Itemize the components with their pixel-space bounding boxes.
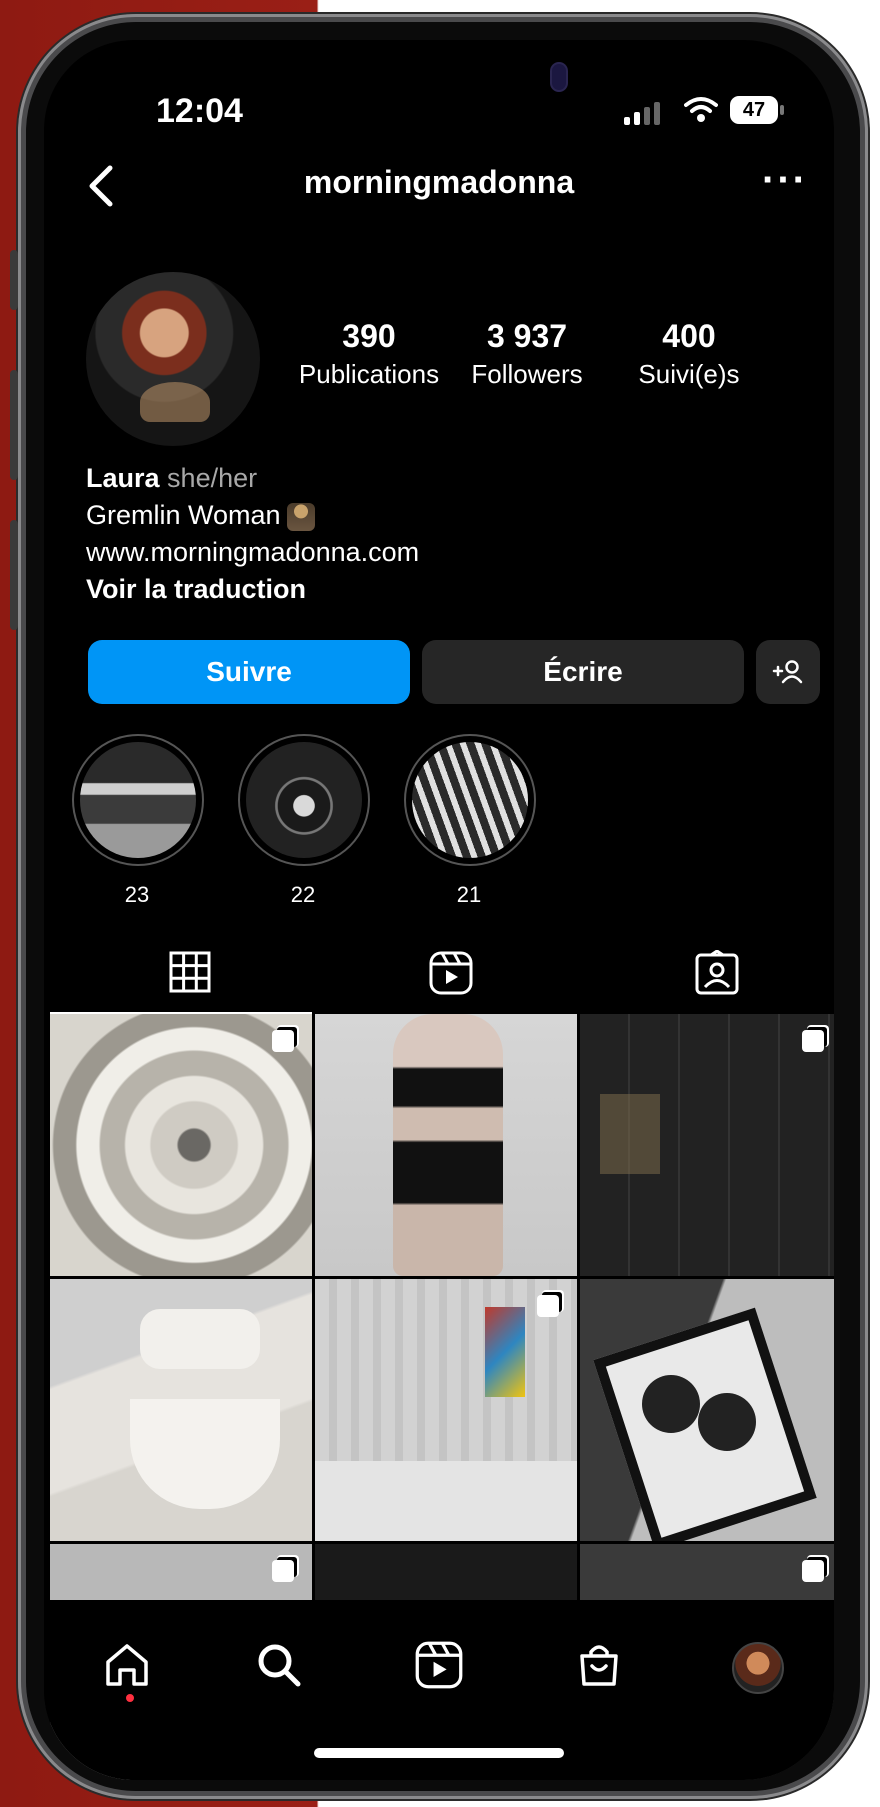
tagged-icon[interactable] — [694, 950, 740, 996]
post-photo — [315, 1461, 577, 1541]
signal-icon — [624, 102, 660, 125]
highlight-label: 23 — [124, 882, 150, 907]
battery-icon: 47 — [730, 96, 784, 124]
page-title: morningmadonna — [303, 164, 575, 200]
more-options-icon[interactable]: ··· — [762, 158, 808, 203]
stat-label: Followers — [471, 359, 583, 389]
stat-publications[interactable]: 390 Publications — [294, 318, 444, 390]
post-thumbnail[interactable] — [315, 1014, 577, 1276]
side-button-volume-up — [10, 370, 18, 480]
highlight-cover — [80, 742, 196, 858]
suggested-users-button[interactable] — [756, 640, 820, 704]
post-photo — [642, 1375, 700, 1433]
carousel-icon — [802, 1030, 824, 1052]
search-icon[interactable] — [254, 1640, 304, 1690]
post-thumbnail[interactable] — [50, 1014, 312, 1276]
story-highlight[interactable]: 23 — [72, 734, 204, 908]
stat-label: Publications — [298, 359, 440, 389]
add-person-icon — [772, 660, 803, 684]
highlight-cover — [412, 742, 528, 858]
stat-following[interactable]: 400 Suivi(e)s — [614, 318, 764, 390]
highlight-label: 22 — [290, 882, 316, 907]
website-link[interactable]: www.morningmadonna.com — [86, 534, 419, 571]
stat-followers[interactable]: 3 937 Followers — [452, 318, 602, 390]
post-photo — [130, 1399, 280, 1509]
carousel-icon — [272, 1030, 294, 1052]
highlight-label: 21 — [456, 882, 482, 907]
camera-indicator — [552, 64, 566, 90]
shop-icon[interactable] — [574, 1640, 624, 1690]
follow-button[interactable]: Suivre — [88, 640, 410, 704]
post-photo — [140, 1309, 260, 1369]
status-time: 12:04 — [156, 92, 243, 130]
post-photo — [485, 1307, 525, 1397]
post-thumbnail[interactable] — [315, 1279, 577, 1541]
highlight-ring — [404, 734, 536, 866]
notification-dot — [126, 1694, 134, 1702]
stat-value: 400 — [662, 318, 716, 354]
pronouns: she/her — [167, 463, 258, 493]
profile-name: Laura — [86, 463, 160, 493]
home-icon[interactable] — [102, 1640, 152, 1690]
see-translation-link[interactable]: Voir la traduction — [86, 571, 419, 608]
stat-label: Suivi(e)s — [638, 359, 740, 389]
carousel-icon — [537, 1295, 559, 1317]
post-photo — [698, 1393, 756, 1451]
message-button[interactable]: Écrire — [422, 640, 744, 704]
stat-value: 390 — [342, 318, 396, 354]
stat-value: 3 937 — [486, 318, 568, 354]
post-photo — [600, 1094, 660, 1174]
highlight-ring — [238, 734, 370, 866]
side-button-silent — [10, 250, 18, 310]
profile-avatar[interactable] — [86, 272, 260, 446]
post-thumbnail[interactable] — [580, 1279, 834, 1541]
wifi-icon — [684, 97, 718, 122]
carousel-icon — [802, 1560, 824, 1582]
post-thumbnail[interactable] — [50, 1279, 312, 1541]
side-button-volume-down — [10, 520, 18, 630]
reels-nav-icon[interactable] — [414, 1640, 464, 1690]
highlight-cover — [246, 742, 362, 858]
app-screen: 12:04 47 morningmadonna ··· 390 Publicat… — [44, 40, 834, 1780]
story-highlight[interactable]: 22 — [238, 734, 370, 908]
profile-nav-avatar[interactable] — [732, 1642, 784, 1694]
profile-bio: Laura she/her Gremlin Woman www.morningm… — [86, 460, 419, 608]
home-indicator[interactable] — [314, 1748, 564, 1758]
story-highlight[interactable]: 21 — [404, 734, 536, 908]
person-emoji-icon — [286, 502, 315, 531]
grid-icon[interactable] — [168, 950, 212, 994]
post-photo — [393, 1014, 503, 1276]
carousel-icon — [272, 1560, 294, 1582]
reels-icon[interactable] — [428, 950, 474, 996]
post-thumbnail[interactable] — [580, 1014, 834, 1276]
highlight-ring — [72, 734, 204, 866]
bio-text: Gremlin Woman — [86, 500, 281, 530]
